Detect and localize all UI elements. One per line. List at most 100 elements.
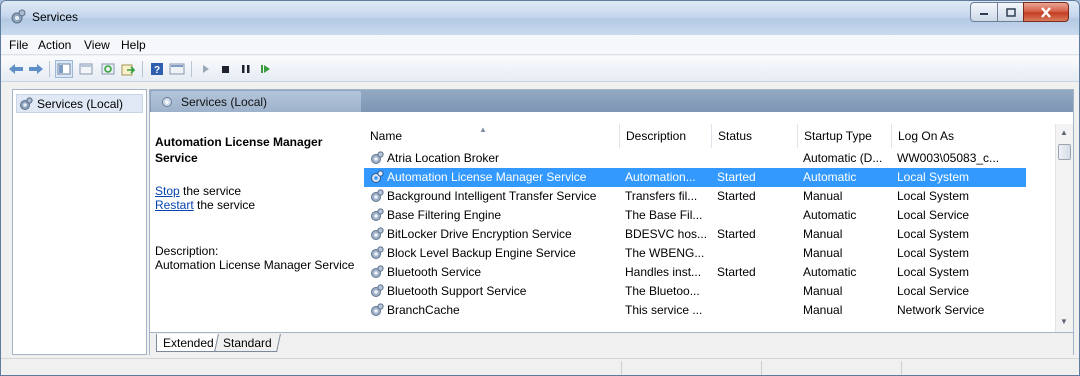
service-gear-icon (371, 246, 384, 259)
tab-extended[interactable]: Extended (156, 334, 220, 352)
back-button[interactable] (7, 60, 25, 78)
column-header-description[interactable]: Description (620, 124, 712, 148)
table-row[interactable]: Base Filtering Engine The Base Fil... Au… (364, 206, 1026, 225)
cell-log-on-as: Local System (897, 189, 970, 203)
cell-description: Transfers fil... (625, 189, 698, 203)
restart-service-text: the service (193, 198, 256, 212)
scroll-thumb[interactable] (1058, 144, 1071, 160)
cell-name: Background Intelligent Transfer Service (387, 189, 597, 203)
pane-header-title: Services (Local) (181, 94, 268, 109)
cell-log-on-as: Local Service (897, 284, 970, 298)
stop-service-link[interactable]: Stop (155, 184, 180, 198)
cell-log-on-as: WW003\05083_c... (897, 151, 1000, 165)
maximize-button[interactable] (997, 2, 1024, 22)
list-view-icon (169, 63, 185, 75)
table-row-selected[interactable]: Automation License Manager Service Autom… (364, 168, 1026, 187)
services-window: Services File Action View Help ? Service… (0, 0, 1080, 376)
caption-buttons (970, 2, 1069, 22)
cell-log-on-as: Local Service (897, 208, 970, 222)
pane-header-label: Services (Local) (151, 91, 361, 112)
help-button[interactable]: ? (148, 60, 166, 78)
stop-service-button[interactable] (217, 60, 235, 78)
service-gear-icon (371, 265, 384, 278)
column-header-name[interactable]: Name (364, 124, 620, 148)
tab-standard[interactable]: Standard (214, 334, 281, 352)
cell-name: Block Level Backup Engine Service (387, 246, 576, 260)
cell-startup-type: Automatic (803, 170, 857, 184)
cell-description: Automation... (625, 170, 696, 184)
properties-pane-button[interactable] (77, 60, 95, 78)
cell-name: BranchCache (387, 303, 460, 317)
cell-description: Handles inst... (625, 265, 702, 279)
export-list-button[interactable] (119, 60, 137, 78)
vertical-scrollbar[interactable]: ▲ ▼ (1055, 124, 1073, 332)
status-bar (1, 358, 1079, 375)
back-arrow-icon (9, 64, 23, 74)
refresh-button[interactable] (99, 60, 117, 78)
close-icon (1041, 6, 1051, 18)
menu-view[interactable]: View (84, 38, 110, 52)
window-title: Services (32, 10, 79, 24)
forward-button[interactable] (27, 60, 45, 78)
table-row[interactable]: BitLocker Drive Encryption Service BDESV… (364, 225, 1026, 244)
cell-startup-type: Manual (803, 246, 843, 260)
services-gear-icon (11, 9, 26, 24)
services-pane: Services (Local) Automation License Mana… (149, 89, 1074, 355)
cell-name: Bluetooth Support Service (387, 284, 527, 298)
menu-file[interactable]: File (9, 38, 28, 52)
cell-status: Started (717, 189, 756, 203)
cell-status: Started (717, 227, 756, 241)
title-bar[interactable]: Services (1, 1, 1079, 35)
cell-name: Atria Location Broker (387, 151, 500, 165)
column-header-status[interactable]: Status (712, 124, 798, 148)
restart-service-link[interactable]: Restart (155, 198, 194, 212)
scroll-down-arrow-icon[interactable]: ▼ (1060, 317, 1068, 326)
cell-startup-type: Automatic (D... (803, 151, 883, 165)
menu-action[interactable]: Action (38, 38, 71, 52)
toolbar-separator (142, 61, 143, 77)
cell-log-on-as: Local System (897, 227, 970, 241)
cell-status: Started (717, 265, 756, 279)
start-service-button[interactable] (197, 60, 215, 78)
cell-startup-type: Manual (803, 227, 843, 241)
cell-startup-type: Automatic (803, 265, 857, 279)
menu-help[interactable]: Help (121, 38, 146, 52)
tab-standard-label: Standard (223, 335, 272, 350)
list-view-button[interactable] (168, 60, 186, 78)
services-gear-icon (162, 96, 172, 107)
close-button[interactable] (1023, 2, 1069, 22)
minimize-button[interactable] (970, 2, 998, 22)
table-row[interactable]: Atria Location Broker Automatic (D... WW… (364, 149, 1026, 168)
cell-name: Automation License Manager Service (387, 170, 587, 184)
scroll-up-arrow-icon[interactable]: ▲ (1060, 128, 1068, 137)
pane-icon (79, 63, 93, 75)
cell-startup-type: Automatic (803, 208, 857, 222)
service-description: Description: Automation License Manager … (155, 244, 360, 272)
sort-ascending-icon: ▲ (479, 125, 487, 134)
pause-service-button[interactable] (237, 60, 255, 78)
status-divider (621, 361, 622, 375)
cell-log-on-as: Local System (897, 246, 970, 260)
service-gear-icon (371, 151, 384, 164)
toolbar-separator (191, 61, 192, 77)
table-row[interactable]: BranchCache This service ... Manual Netw… (364, 301, 1026, 320)
table-row[interactable]: Background Intelligent Transfer Service … (364, 187, 1026, 206)
menu-bar: File Action View Help (1, 35, 1079, 55)
table-row[interactable]: Block Level Backup Engine Service The WB… (364, 244, 1026, 263)
cell-startup-type: Manual (803, 303, 843, 317)
table-row[interactable]: Bluetooth Service Handles inst... Starte… (364, 263, 1026, 282)
restart-service-button[interactable] (257, 60, 275, 78)
cell-log-on-as: Local System (897, 170, 970, 184)
column-header-startup-type[interactable]: Startup Type (798, 124, 892, 148)
toolbar-separator (49, 61, 50, 77)
tree-item-services-local[interactable]: Services (Local) (16, 94, 143, 113)
column-header-log-on-as[interactable]: Log On As (892, 124, 1054, 148)
table-row[interactable]: Bluetooth Support Service The Bluetoo...… (364, 282, 1026, 301)
pane-header: Services (Local) (150, 90, 1073, 112)
cell-log-on-as: Local System (897, 265, 970, 279)
cell-description: The Bluetoo... (625, 284, 700, 298)
cell-startup-type: Manual (803, 189, 843, 203)
show-console-tree-button[interactable] (55, 60, 73, 78)
minimize-icon (980, 13, 988, 15)
cell-name: Base Filtering Engine (387, 208, 502, 222)
